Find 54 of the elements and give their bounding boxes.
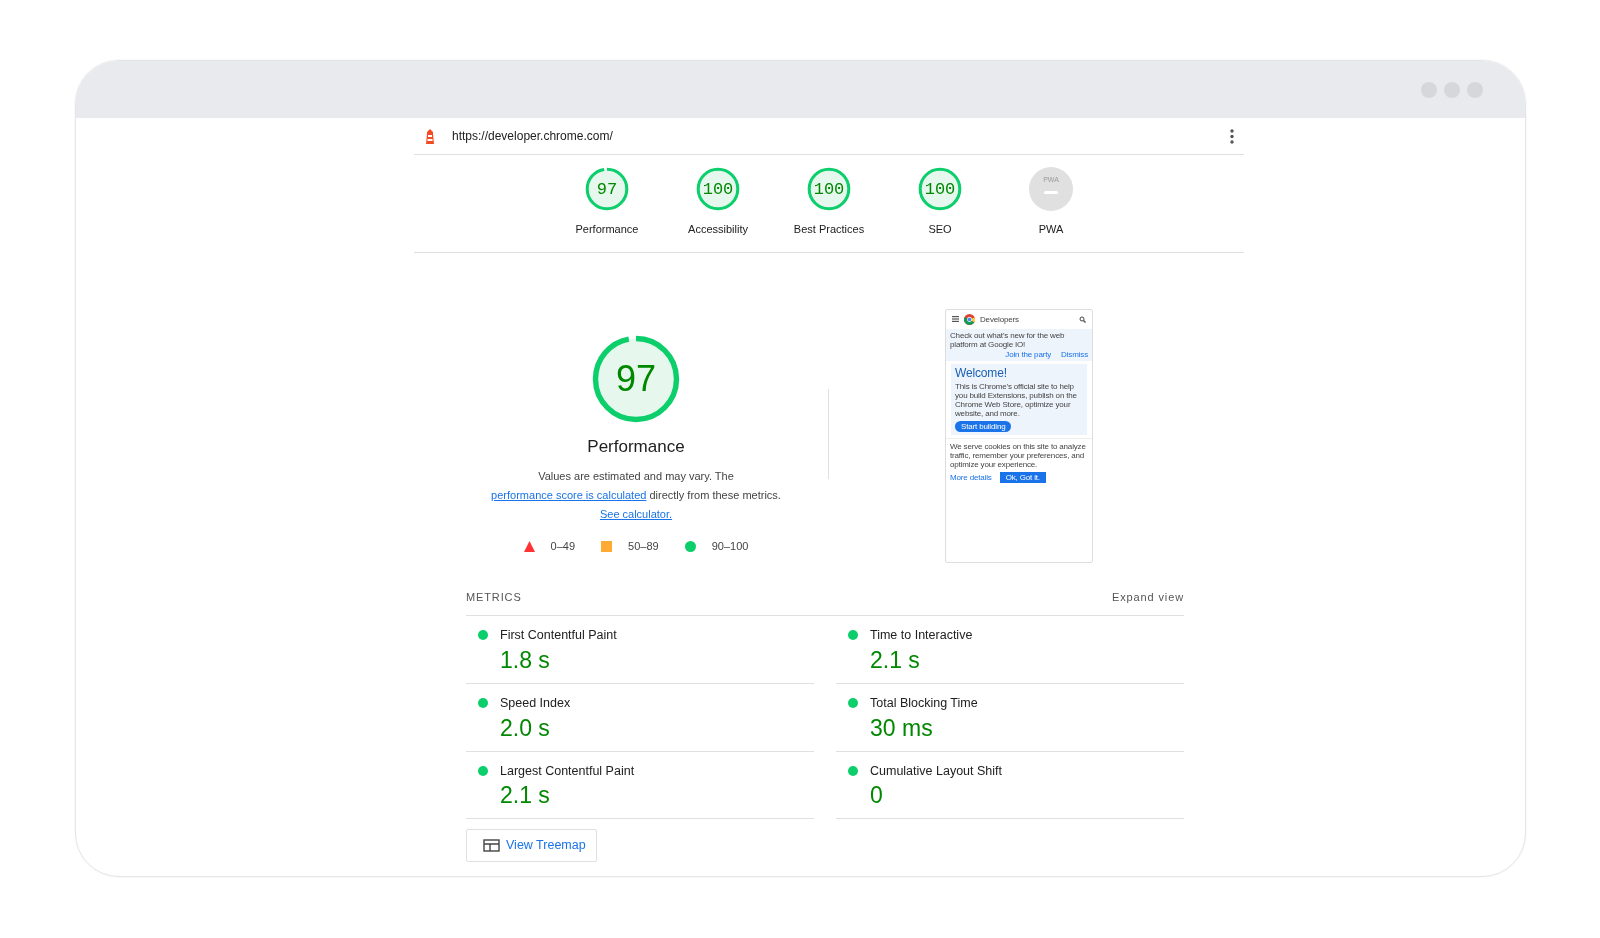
- score-value: 100: [702, 180, 734, 198]
- metric-name: Largest Contentful Paint: [500, 762, 635, 780]
- category-label[interactable]: SEO: [928, 221, 952, 238]
- banner-link[interactable]: Join the party: [1005, 349, 1052, 359]
- view-treemap-button[interactable]: View Treemap: [466, 829, 597, 862]
- welcome-heading: Welcome!: [955, 366, 1008, 380]
- banner-text: Check out what's new for the web platform at Google IO!: [950, 330, 1066, 349]
- category-label[interactable]: Performance: [575, 221, 639, 238]
- category-label[interactable]: PWA: [1038, 221, 1064, 238]
- score-value: 97: [616, 360, 656, 397]
- legend-range: 0–49: [550, 539, 576, 554]
- metric-name: First Contentful Paint: [500, 627, 617, 644]
- metric-value: 2.0 s: [500, 713, 551, 743]
- pwa-badge-icon: [1029, 167, 1073, 211]
- calculator-link[interactable]: See calculator.: [599, 508, 673, 520]
- score-value: 100: [924, 180, 956, 198]
- cookie-text: We serve cookies on this site to analyze traffic, remember your preferences, and optimize your experience.: [950, 441, 1087, 469]
- metric-value: 30 ms: [870, 713, 934, 743]
- score-value: 100: [813, 180, 845, 198]
- browser-logo-icon: [964, 313, 975, 325]
- site-brand: Developers: [980, 314, 1019, 324]
- metric-name: Cumulative Layout Shift: [870, 762, 1002, 780]
- report-url: https://developer.chrome.com/: [452, 128, 613, 145]
- category-label[interactable]: Accessibility: [688, 221, 748, 238]
- score-gauge: [696, 167, 740, 211]
- menu-icon: [952, 316, 959, 322]
- metrics-heading: METRICS: [466, 589, 522, 605]
- more-menu-icon[interactable]: [1230, 128, 1234, 144]
- metric-name: Total Blocking Time: [870, 694, 978, 712]
- score-gauge: [918, 167, 962, 211]
- score-gauge: [585, 167, 629, 211]
- banner-link[interactable]: Dismiss: [1061, 349, 1088, 359]
- metric-value: 1.8 s: [500, 645, 551, 675]
- treemap-icon: [483, 839, 500, 853]
- search-icon: [1079, 315, 1086, 323]
- metric-value: 2.1 s: [870, 645, 921, 675]
- metric-value: 0: [870, 781, 884, 811]
- more-details-link[interactable]: More details: [950, 472, 992, 482]
- expand-view-link[interactable]: Expand view: [1111, 588, 1184, 605]
- score-value: 97: [596, 180, 618, 198]
- metric-name: Time to Interactive: [870, 627, 973, 644]
- metric-name: Speed Index: [500, 694, 571, 712]
- score-gauge: [807, 167, 851, 211]
- start-button[interactable]: Start building: [955, 420, 1012, 432]
- metric-value: 2.1 s: [500, 781, 551, 811]
- category-label[interactable]: Best Practices: [793, 221, 865, 238]
- legend-range: 90–100: [711, 539, 749, 554]
- performance-title: Performance: [587, 435, 685, 458]
- lighthouse-icon: [424, 127, 436, 145]
- legend-range: 50–89: [628, 539, 659, 554]
- performance-description: Values are estimated and may vary. The performance score is calculated directly from these metrics. See calculator.: [490, 469, 782, 522]
- score-calculation-link[interactable]: performance score is calculated: [491, 489, 647, 501]
- welcome-text: This is Chrome's official site to help you build Extensions, publish on the Chrome Web Store, optimize your website, and more.: [955, 381, 1078, 418]
- ok-button[interactable]: Ok, Got it.: [999, 471, 1046, 483]
